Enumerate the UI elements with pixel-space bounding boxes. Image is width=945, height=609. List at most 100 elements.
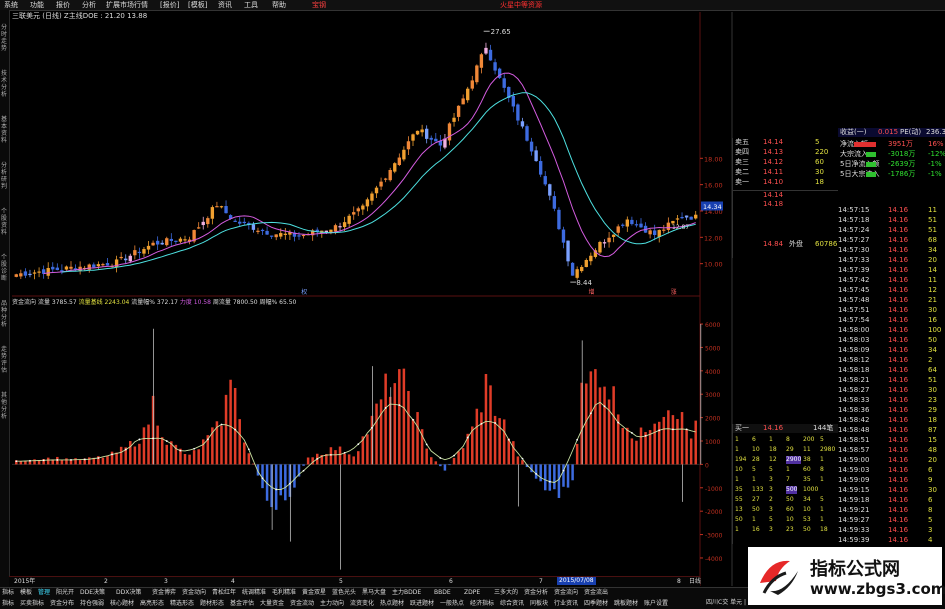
bottom-tab-6[interactable]: 资金博弈 — [152, 588, 176, 598]
tick-time: 14:59:09 — [838, 476, 870, 484]
tick-price: 14.16 — [888, 336, 909, 344]
bottom-tab2-8[interactable]: 基金评估 — [230, 599, 254, 609]
tick-row: 14:57:30 14.16 34 — [838, 246, 945, 255]
bottom-tab-0[interactable]: 指标 — [2, 588, 14, 598]
bottom-tab2-22[interactable]: 账户设置 — [644, 599, 668, 609]
bottom-tab-5[interactable]: DDX决策 — [116, 588, 141, 598]
tick-row: 14:58:00 14.16 100 — [838, 326, 945, 335]
bottom-tab-12[interactable]: 蓝色光头 — [332, 588, 356, 598]
flow-dot — [630, 431, 633, 434]
candle-body — [429, 137, 433, 140]
queue-cell: 6 — [752, 436, 756, 443]
queue-cell: 3 — [769, 476, 773, 483]
bottom-tab2-10[interactable]: 资金流动 — [290, 599, 314, 609]
queue-row: 1 6 1 8 200 5 — [733, 436, 838, 445]
bottom-tab-9[interactable]: 统调精准 — [242, 588, 266, 598]
inner-value: 60786 — [815, 240, 838, 248]
candle-body — [251, 224, 256, 230]
candle-body — [151, 242, 155, 246]
bottom-tab2-11[interactable]: 主力动向 — [320, 599, 344, 609]
indicator-b-label: 流量基线 — [78, 299, 103, 306]
flow-dot — [603, 405, 606, 408]
queue-cell: 133 — [752, 486, 764, 493]
flow-dot — [425, 443, 428, 446]
bottom-tab2-16[interactable]: 经济指标 — [470, 599, 494, 609]
bottom-tab-19[interactable]: 资金流向 — [554, 588, 578, 598]
bottom-tab2-19[interactable]: 行业资讯 — [554, 599, 578, 609]
bottom-tab-2[interactable]: 管理 — [38, 588, 50, 598]
tick-price: 14.16 — [888, 486, 909, 494]
bottom-tab-16[interactable]: ZDPE — [464, 588, 480, 598]
queue-cell: 10 — [735, 466, 743, 473]
candle-body — [653, 230, 657, 236]
tick-row: 14:58:12 14.16 2 — [838, 356, 945, 365]
tick-time: 14:59:18 — [838, 496, 870, 504]
flow-dot — [562, 469, 565, 472]
bottom-tab2-17[interactable]: 综合资讯 — [500, 599, 524, 609]
bottom-tab2-6[interactable]: 精选形态 — [170, 599, 194, 609]
candle-body — [265, 230, 269, 235]
bottom-tab2-1[interactable]: 买卖指标 — [20, 599, 44, 609]
bottom-tab-7[interactable]: 资金动向 — [182, 588, 206, 598]
candle-body — [165, 238, 169, 246]
bottom-tab2-0[interactable]: 指标 — [2, 599, 14, 609]
bottom-tab2-13[interactable]: 热点题材 — [380, 599, 404, 609]
bottom-tab-3[interactable]: 阳光开 — [56, 588, 74, 598]
date-axis-period[interactable]: 日线 — [681, 578, 701, 586]
bottom-tab-15[interactable]: BBDE — [434, 588, 451, 598]
bottom-tab2-4[interactable]: 核心题材 — [110, 599, 134, 609]
site-logo-icon — [760, 560, 798, 595]
indicator-tabs-row2: 指标 买卖指标 资金分布 持仓强弱 核心题材 高亮形态 精选形态 题材形态 基金评估 大量资金 资金… — [0, 599, 700, 609]
queue-cell: 500 — [786, 486, 798, 494]
tick-time: 14:57:33 — [838, 256, 870, 264]
bottom-tab2-18[interactable]: 同板块 — [530, 599, 548, 609]
indicator-f-value: 65.50 — [279, 299, 297, 306]
bottom-tab-18[interactable]: 资金分析 — [524, 588, 548, 598]
bottom-tab-1[interactable]: 模板 — [20, 588, 32, 598]
bottom-tab2-2[interactable]: 资金分布 — [50, 599, 74, 609]
sell-price: 14.11 — [763, 168, 784, 176]
bottom-tab-13[interactable]: 黑马大盘 — [362, 588, 386, 598]
bottom-tab2-15[interactable]: 一般热点 — [440, 599, 464, 609]
bottom-tab-20[interactable]: 资金流出 — [584, 588, 608, 598]
indicator-axis-label: -4000 — [705, 556, 723, 563]
bottom-tab-8[interactable]: 青松红年 — [212, 588, 236, 598]
bottom-tab2-5[interactable]: 高亮形态 — [140, 599, 164, 609]
date-tick: 6 — [449, 578, 453, 585]
bottom-tab-10[interactable]: 毛利精准 — [272, 588, 296, 598]
candle-body — [675, 218, 680, 220]
queue-cell: 11 — [803, 446, 811, 453]
candle-body — [101, 264, 105, 266]
status-right: 四川C交 单元 | 自 — [706, 599, 754, 606]
bottom-tab2-14[interactable]: 跃进题材 — [410, 599, 434, 609]
tick-price: 14.16 — [888, 216, 909, 224]
bottom-tab2-3[interactable]: 持仓强弱 — [80, 599, 104, 609]
tick-row: 14:57:18 14.16 51 — [838, 216, 945, 225]
flow-dot — [83, 458, 86, 461]
fund-flow-panel: 收益(一)0.015PE(动)236.3净流入额3951万16%大宗流入-301… — [838, 128, 945, 203]
peak-price-label: 27.65 — [491, 28, 511, 36]
queue-header-count: 144笔 — [813, 424, 834, 432]
flow-dot — [644, 435, 647, 437]
bottom-tab2-20[interactable]: 四季题材 — [584, 599, 608, 609]
tick-row: 14:59:09 14.16 9 — [838, 476, 945, 485]
candle-body — [411, 134, 415, 141]
tick-price: 14.16 — [888, 266, 909, 274]
bottom-tab-4[interactable]: DDE决策 — [80, 588, 105, 598]
queue-cell: 28 — [752, 456, 760, 463]
tick-volume: 18 — [928, 416, 937, 424]
candle-body — [630, 219, 634, 225]
bottom-tab2-9[interactable]: 大量资金 — [260, 599, 284, 609]
stock-terminal-screenshot: 系统 功能 报价 分析 扩展市场行情 [报价] [模板] 资讯 工具 帮助 宝钢… — [0, 0, 945, 609]
bottom-tab2-21[interactable]: 跳板题材 — [614, 599, 638, 609]
flow-dot — [535, 472, 538, 475]
bottom-tab-11[interactable]: 黄金双星 — [302, 588, 326, 598]
candle-body — [365, 199, 370, 207]
bottom-tab-17[interactable]: 三多大的 — [494, 588, 518, 598]
bottom-tab2-7[interactable]: 题材形态 — [200, 599, 224, 609]
bottom-tab2-12[interactable]: 流资变化 — [350, 599, 374, 609]
date-tick: 7 — [539, 578, 543, 585]
tick-price: 14.16 — [888, 316, 909, 324]
bottom-tab-14[interactable]: 主力BDDE — [392, 588, 421, 598]
queue-cell: 1 — [820, 476, 824, 483]
